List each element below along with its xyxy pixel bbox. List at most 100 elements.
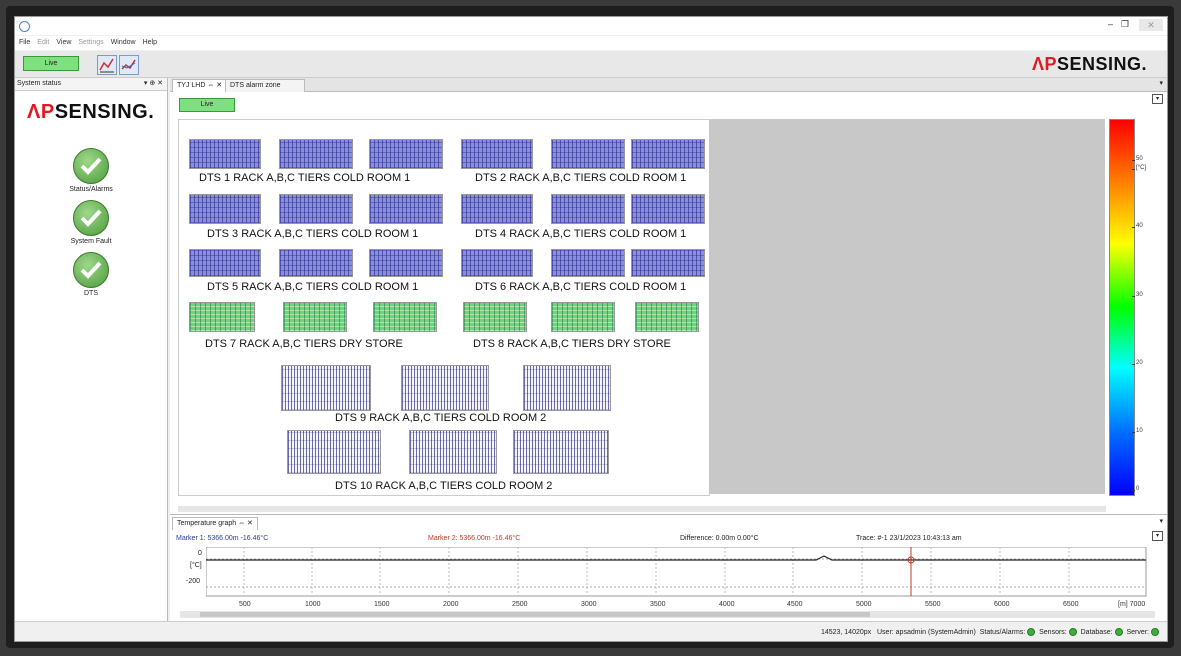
zone-thumbnail[interactable]: [631, 139, 705, 169]
close-icon[interactable]: ✕: [1139, 19, 1163, 31]
colorbar-tick: 50: [1132, 156, 1143, 162]
zone-thumbnail[interactable]: [461, 249, 533, 277]
difference-readout: Difference: 0.00m 0.00°C: [680, 535, 759, 542]
y-tick: -200: [186, 578, 201, 585]
y-tick: 0: [198, 550, 202, 557]
x-tick: 1500: [374, 601, 390, 608]
status-alarms-indicator-label: Status/Alarms:: [979, 628, 1026, 636]
graph-scroll-thumb[interactable]: [200, 612, 870, 617]
tab-temperature-graph[interactable]: Temperature graph ⇔ ✕: [172, 517, 258, 530]
menu-help[interactable]: Help: [139, 36, 160, 46]
system-status-panel: System status ▾ ⊕ ✕ ΛPSENSING. Status/Al…: [15, 78, 168, 621]
status-ok-icon: [1151, 628, 1159, 636]
zone-label: DTS 1 RACK A,B,C TIERS COLD ROOM 1: [199, 172, 411, 184]
menu-settings[interactable]: Settings: [74, 36, 106, 46]
zone-map-canvas: DTS 1 RACK A,B,C TIERS COLD ROOM 1 DTS 2…: [178, 119, 710, 496]
temperature-colorbar: [1109, 119, 1135, 496]
zone-thumbnail[interactable]: [551, 302, 615, 332]
x-axis-end-label: [m] 7000: [1118, 601, 1146, 608]
zone-thumbnail[interactable]: [631, 194, 705, 224]
dropdown-icon[interactable]: ▾: [1152, 94, 1163, 104]
trend-chart-icon[interactable]: [97, 55, 117, 75]
colorbar-tick: 20: [1132, 360, 1143, 366]
document-area: TYJ LHD ⇔ ✕ DTS alarm zone ▾ Live ▾ DTS …: [170, 78, 1167, 518]
x-tick: 500: [239, 601, 251, 608]
panel-controls-icon[interactable]: ▾ ⊕ ✕: [144, 78, 163, 90]
zone-thumbnail[interactable]: [635, 302, 699, 332]
y-axis-unit: [°C]: [190, 562, 202, 569]
colorbar-tick: 10: [1132, 428, 1143, 434]
restore-icon[interactable]: ❐: [1121, 19, 1129, 30]
brand-logo: ΛPSENSING.: [1031, 54, 1147, 74]
zone-thumbnail[interactable]: [401, 365, 489, 411]
zone-thumbnail[interactable]: [461, 194, 533, 224]
zone-thumbnail[interactable]: [463, 302, 527, 332]
zone-thumbnail[interactable]: [279, 194, 353, 224]
marker2-readout: Marker 2: 5366.00m -16.46°C: [428, 535, 521, 542]
zone-thumbnail[interactable]: [189, 194, 261, 224]
sensors-indicator-label: Sensors:: [1039, 628, 1067, 636]
dts-status-item[interactable]: DTS: [15, 252, 167, 297]
zone-thumbnail[interactable]: [409, 430, 497, 474]
menu-window[interactable]: Window: [107, 36, 139, 46]
zone-thumbnail[interactable]: [287, 430, 381, 474]
document-live-button[interactable]: Live: [179, 98, 235, 112]
zone-label: DTS 9 RACK A,B,C TIERS COLD ROOM 2: [335, 412, 547, 424]
zone-thumbnail[interactable]: [283, 302, 347, 332]
colorbar-tick: 0: [1131, 486, 1140, 492]
zone-thumbnail[interactable]: [189, 139, 261, 169]
system-fault-label: System Fault: [70, 238, 112, 245]
zone-thumbnail[interactable]: [281, 365, 371, 411]
zone-thumbnail[interactable]: [523, 365, 611, 411]
app-icon: [19, 21, 30, 32]
status-ok-icon: [1068, 628, 1077, 636]
zone-thumbnail[interactable]: [551, 194, 625, 224]
zone-label: DTS 4 RACK A,B,C TIERS COLD ROOM 1: [475, 228, 687, 240]
graph-dropdown-icon[interactable]: ▾: [1152, 531, 1163, 541]
x-tick: 4500: [787, 601, 803, 608]
document-tabs: TYJ LHD ⇔ ✕ DTS alarm zone ▾: [170, 78, 1167, 92]
app-window: ‒ ❐ ✕ File Edit View Settings Window Help Liv…: [14, 16, 1168, 642]
tab-tyj-lhd[interactable]: TYJ LHD ⇔ ✕: [172, 79, 228, 92]
x-tick: 5500: [925, 601, 941, 608]
status-alarms-label: Status/Alarms: [69, 186, 113, 193]
menu-bar: File Edit View Settings Window Help: [15, 36, 1167, 50]
horizontal-scrollbar[interactable]: [178, 506, 1106, 512]
status-alarms-item[interactable]: Status/Alarms: [15, 148, 167, 193]
temperature-plot[interactable]: [206, 547, 1148, 597]
menu-edit[interactable]: Edit: [33, 36, 52, 46]
zone-thumbnail[interactable]: [189, 302, 255, 332]
menu-file[interactable]: File: [15, 36, 33, 46]
zone-thumbnail[interactable]: [279, 139, 353, 169]
menu-view[interactable]: View: [52, 36, 74, 46]
system-status-header: System status ▾ ⊕ ✕: [15, 78, 167, 91]
zone-thumbnail[interactable]: [279, 249, 353, 277]
zone-thumbnail[interactable]: [461, 139, 533, 169]
zone-label: DTS 6 RACK A,B,C TIERS COLD ROOM 1: [475, 281, 687, 293]
zone-thumbnail[interactable]: [369, 139, 443, 169]
graph-menu-icon[interactable]: ▾: [1159, 517, 1163, 525]
zone-label: DTS 10 RACK A,B,C TIERS COLD ROOM 2: [335, 480, 553, 492]
colorbar-tick: 40: [1132, 223, 1143, 229]
x-tick: 6500: [1063, 601, 1079, 608]
tab-dts-alarm-zone[interactable]: DTS alarm zone: [225, 79, 305, 92]
zone-thumbnail[interactable]: [373, 302, 437, 332]
zone-thumbnail[interactable]: [513, 430, 609, 474]
trend-compare-icon[interactable]: [119, 55, 139, 75]
zone-thumbnail[interactable]: [551, 139, 625, 169]
database-indicator-label: Database:: [1080, 628, 1113, 636]
zone-label: DTS 2 RACK A,B,C TIERS COLD ROOM 1: [475, 172, 687, 184]
zone-thumbnail[interactable]: [189, 249, 261, 277]
zone-thumbnail[interactable]: [631, 249, 705, 277]
zone-thumbnail[interactable]: [551, 249, 625, 277]
system-fault-item[interactable]: System Fault: [15, 200, 167, 245]
x-tick: 6000: [994, 601, 1010, 608]
zone-label: DTS 5 RACK A,B,C TIERS COLD ROOM 1: [207, 281, 419, 293]
zone-thumbnail[interactable]: [369, 194, 443, 224]
x-tick: 2000: [443, 601, 459, 608]
tab-menu-icon[interactable]: ▾: [1159, 79, 1163, 87]
toolbar-live-button[interactable]: Live: [23, 56, 79, 71]
zone-thumbnail[interactable]: [369, 249, 443, 277]
empty-canvas-area: [709, 119, 1105, 494]
minimize-icon[interactable]: ‒: [1108, 19, 1113, 29]
